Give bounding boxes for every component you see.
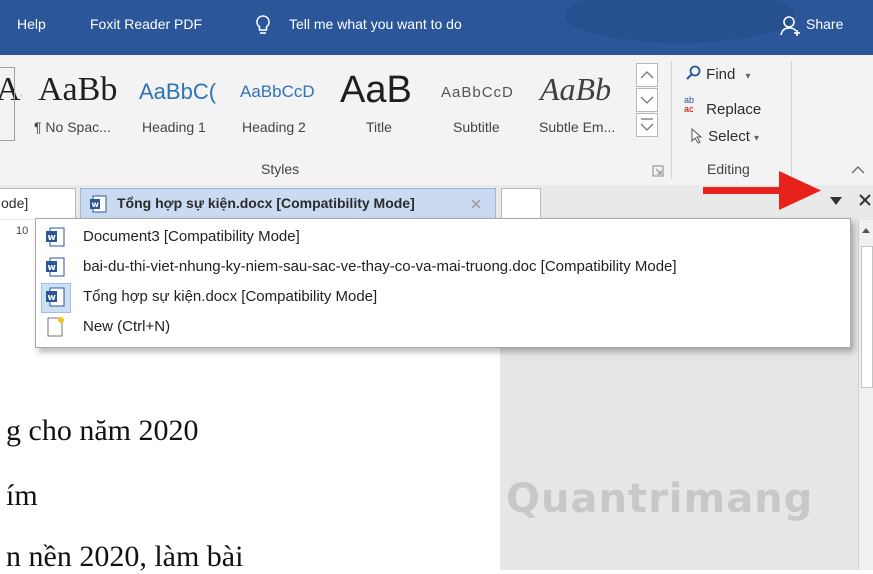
svg-text:w: w bbox=[92, 200, 100, 209]
find-button[interactable]: Find ▾ bbox=[686, 65, 751, 83]
style-heading1-label[interactable]: Heading 1 bbox=[142, 119, 206, 135]
dropdown-item-new[interactable]: New (Ctrl+N) bbox=[36, 312, 850, 342]
watermark-logo: Quantrimang bbox=[506, 476, 814, 522]
style-no-spacing-label[interactable]: ¶ No Spac... bbox=[34, 119, 111, 135]
document-list-dropdown: w Document3 [Compatibility Mode] w bai-d… bbox=[35, 218, 851, 348]
document-text-line: n nền 2020, làm bài bbox=[6, 540, 244, 573]
gallery-more-button[interactable] bbox=[636, 113, 658, 137]
new-tab[interactable] bbox=[501, 188, 541, 219]
style-heading2-label[interactable]: Heading 2 bbox=[242, 119, 306, 135]
word-document-icon: w bbox=[46, 287, 65, 307]
style-subtitle-label[interactable]: Subtitle bbox=[453, 119, 500, 135]
dropdown-item-tong-hop-su-kien[interactable]: w Tổng hợp sự kiện.docx [Compatibility M… bbox=[36, 282, 850, 313]
menu-foxit-reader-pdf[interactable]: Foxit Reader PDF bbox=[90, 16, 202, 32]
scroll-up-icon[interactable] bbox=[861, 226, 871, 234]
dialog-launcher-icon[interactable] bbox=[652, 165, 664, 177]
new-document-icon bbox=[47, 317, 64, 337]
styles-group-label: Styles bbox=[261, 161, 300, 177]
share-button[interactable]: Share bbox=[806, 16, 843, 32]
svg-text:w: w bbox=[48, 263, 56, 273]
more-icon bbox=[640, 118, 654, 131]
style-heading1-preview[interactable]: AaBbC( bbox=[139, 79, 216, 105]
select-button[interactable]: Select ▾ bbox=[690, 127, 759, 145]
close-window-icon[interactable] bbox=[858, 193, 872, 207]
document-tab-active[interactable]: w Tổng hợp sự kiện.docx [Compatibility M… bbox=[80, 188, 496, 219]
style-title-preview[interactable]: AaB bbox=[340, 69, 412, 112]
lightbulb-icon[interactable] bbox=[254, 14, 272, 36]
share-person-icon[interactable] bbox=[780, 15, 802, 37]
vertical-scrollbar[interactable] bbox=[858, 220, 873, 570]
tab-list-dropdown-icon[interactable] bbox=[829, 196, 843, 206]
svg-text:w: w bbox=[48, 233, 56, 243]
cursor-arrow-icon bbox=[691, 127, 703, 144]
collapse-ribbon-icon[interactable] bbox=[851, 165, 865, 175]
ribbon: AaBb AaBb ¶ No Spac... AaBbC( Heading 1 … bbox=[0, 55, 873, 186]
word-document-icon: w bbox=[46, 227, 65, 247]
find-dropdown-icon[interactable]: ▾ bbox=[746, 71, 751, 82]
style-subtitle-preview[interactable]: AaBbCcD bbox=[441, 84, 514, 101]
gallery-scroll-up-button[interactable] bbox=[636, 63, 658, 87]
document-text-line: g cho năm 2020 bbox=[6, 414, 199, 447]
document-tab-strip: ode] w Tổng hợp sự kiện.docx [Compatibil… bbox=[0, 171, 873, 220]
word-document-icon: w bbox=[46, 257, 65, 277]
gallery-scroll-down-button[interactable] bbox=[636, 88, 658, 112]
menu-help[interactable]: Help bbox=[17, 16, 46, 32]
menu-bar: Help Foxit Reader PDF Tell me what you w… bbox=[0, 0, 873, 55]
chevron-up-icon bbox=[640, 71, 654, 79]
style-subtle-emphasis-preview[interactable]: AaBb bbox=[540, 71, 611, 108]
style-no-spacing-preview[interactable]: AaBb bbox=[38, 71, 117, 109]
replace-icon: ab ac bbox=[684, 95, 695, 114]
document-tab-partial[interactable]: ode] bbox=[0, 188, 76, 219]
red-arrow-annotation bbox=[703, 171, 821, 210]
document-text-line: ím bbox=[6, 479, 38, 512]
dropdown-item-document3[interactable]: w Document3 [Compatibility Mode] bbox=[36, 222, 850, 252]
svg-text:w: w bbox=[48, 293, 56, 303]
style-subtle-emphasis-label[interactable]: Subtle Em... bbox=[539, 119, 615, 135]
dropdown-item-bai-du-thi[interactable]: w bai-du-thi-viet-nhung-ky-niem-sau-sac-… bbox=[36, 252, 850, 282]
scrollbar-thumb[interactable] bbox=[861, 246, 873, 388]
search-icon bbox=[686, 65, 701, 80]
close-tab-icon[interactable] bbox=[470, 198, 482, 210]
word-document-icon: w bbox=[90, 195, 107, 213]
tell-me-search[interactable]: Tell me what you want to do bbox=[289, 16, 462, 32]
style-title-label[interactable]: Title bbox=[366, 119, 392, 135]
ruler-number: 10 bbox=[16, 225, 29, 237]
style-heading2-preview[interactable]: AaBbCcD bbox=[240, 82, 315, 102]
replace-button[interactable]: ab ac Replace bbox=[684, 95, 761, 119]
chevron-down-icon bbox=[640, 96, 654, 104]
